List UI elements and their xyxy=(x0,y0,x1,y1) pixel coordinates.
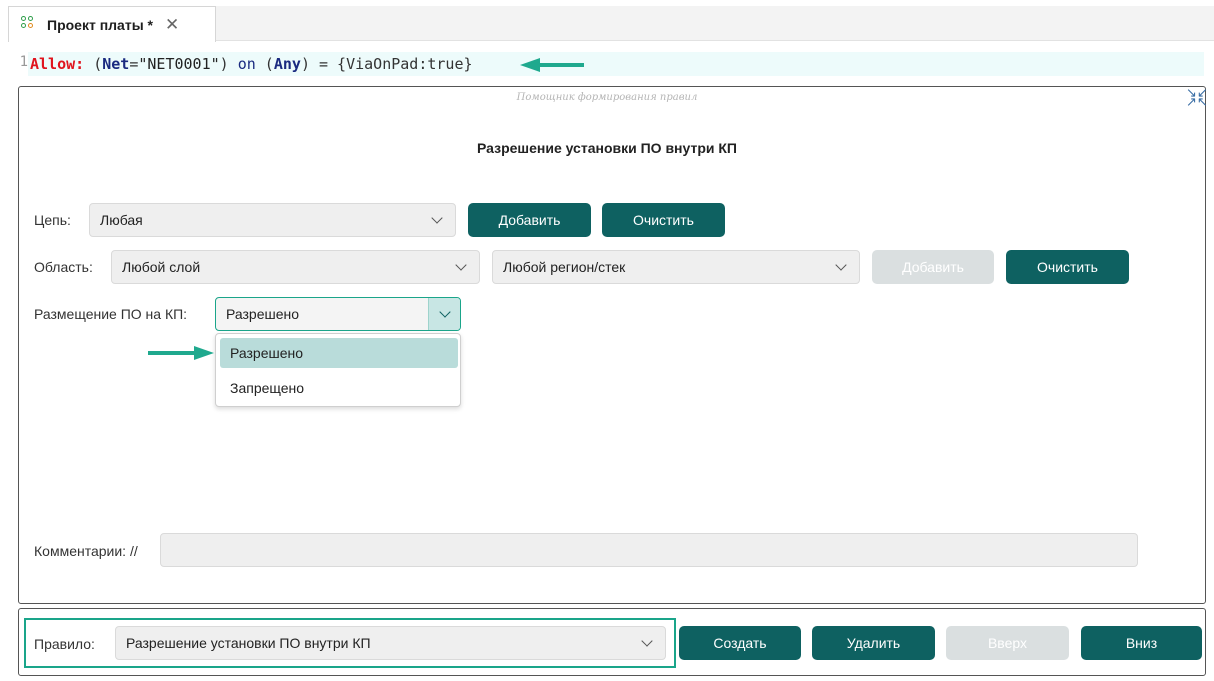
placement-select[interactable]: Разрешено xyxy=(215,297,461,331)
placement-select-value: Разрешено xyxy=(226,306,300,322)
rule-title: Разрешение установки ПО внутри КП xyxy=(477,140,737,156)
move-down-button[interactable]: Вниз xyxy=(1081,626,1202,660)
code-on-keyword: on xyxy=(237,55,256,73)
area-add-button[interactable]: Добавить xyxy=(872,250,994,284)
net-add-button[interactable]: Добавить xyxy=(468,203,591,237)
region-select[interactable]: Любой регион/стек xyxy=(492,250,860,284)
collapse-icon[interactable]: ↘↙ ↗↖ xyxy=(1186,87,1208,109)
region-select-value: Любой регион/стек xyxy=(503,259,626,275)
rule-select[interactable]: Разрешение установки ПО внутри КП xyxy=(115,626,666,660)
net-select[interactable]: Любая xyxy=(89,203,456,237)
net-clear-button[interactable]: Очистить xyxy=(602,203,725,237)
tab-pcb-project[interactable]: Проект платы * ✕ xyxy=(8,6,216,42)
annotation-arrow-left xyxy=(520,58,584,72)
code-allow-keyword: Allow: xyxy=(30,55,85,73)
area-clear-button[interactable]: Очистить xyxy=(1006,250,1129,284)
chevron-down-icon xyxy=(431,211,443,224)
net-label: Цепь: xyxy=(34,212,71,228)
rule-code-line[interactable]: Allow: ( Net = "NET0001" ) on ( Any ) = … xyxy=(30,53,473,75)
rule-builder-panel xyxy=(18,86,1206,604)
placement-option-allowed[interactable]: Разрешено xyxy=(220,338,458,368)
placement-label: Размещение ПО на КП: xyxy=(34,306,188,322)
rule-label: Правило: xyxy=(34,636,95,652)
code-text: = xyxy=(129,55,139,73)
code-net-keyword: Net xyxy=(102,55,130,73)
comment-input[interactable] xyxy=(160,533,1138,567)
move-up-button[interactable]: Вверх xyxy=(946,626,1069,660)
chevron-down-icon xyxy=(438,306,451,318)
panel-hint: Помощник формирования правил xyxy=(516,92,698,103)
code-net-value: "NET0001" xyxy=(138,55,220,73)
comment-label: Комментарии: // xyxy=(34,543,138,559)
tab-title: Проект платы * xyxy=(47,16,153,33)
net-select-value: Любая xyxy=(100,212,143,228)
delete-button[interactable]: Удалить xyxy=(812,626,935,660)
chevron-down-icon xyxy=(641,634,653,647)
dropdown-toggle[interactable] xyxy=(428,298,460,330)
code-text: ) = {ViaOnPad:true} xyxy=(300,55,473,73)
code-any-keyword: Any xyxy=(273,55,301,73)
placement-option-forbidden[interactable]: Запрещено xyxy=(220,373,458,403)
layer-select-value: Любой слой xyxy=(122,259,201,275)
chevron-down-icon xyxy=(455,258,467,271)
area-label: Область: xyxy=(34,259,93,275)
close-icon[interactable]: ✕ xyxy=(165,16,179,33)
code-text: ( xyxy=(255,55,274,73)
rule-select-value: Разрешение установки ПО внутри КП xyxy=(126,635,371,651)
annotation-arrow-right xyxy=(148,346,214,360)
line-number: 1 xyxy=(19,54,28,70)
layer-select[interactable]: Любой слой xyxy=(111,250,480,284)
placement-dropdown: Разрешено Запрещено xyxy=(215,333,461,407)
code-text: ( xyxy=(84,55,103,73)
chevron-down-icon xyxy=(835,258,847,271)
create-button[interactable]: Создать xyxy=(679,626,801,660)
code-text: ) xyxy=(219,55,238,73)
pcb-project-icon xyxy=(21,15,39,34)
